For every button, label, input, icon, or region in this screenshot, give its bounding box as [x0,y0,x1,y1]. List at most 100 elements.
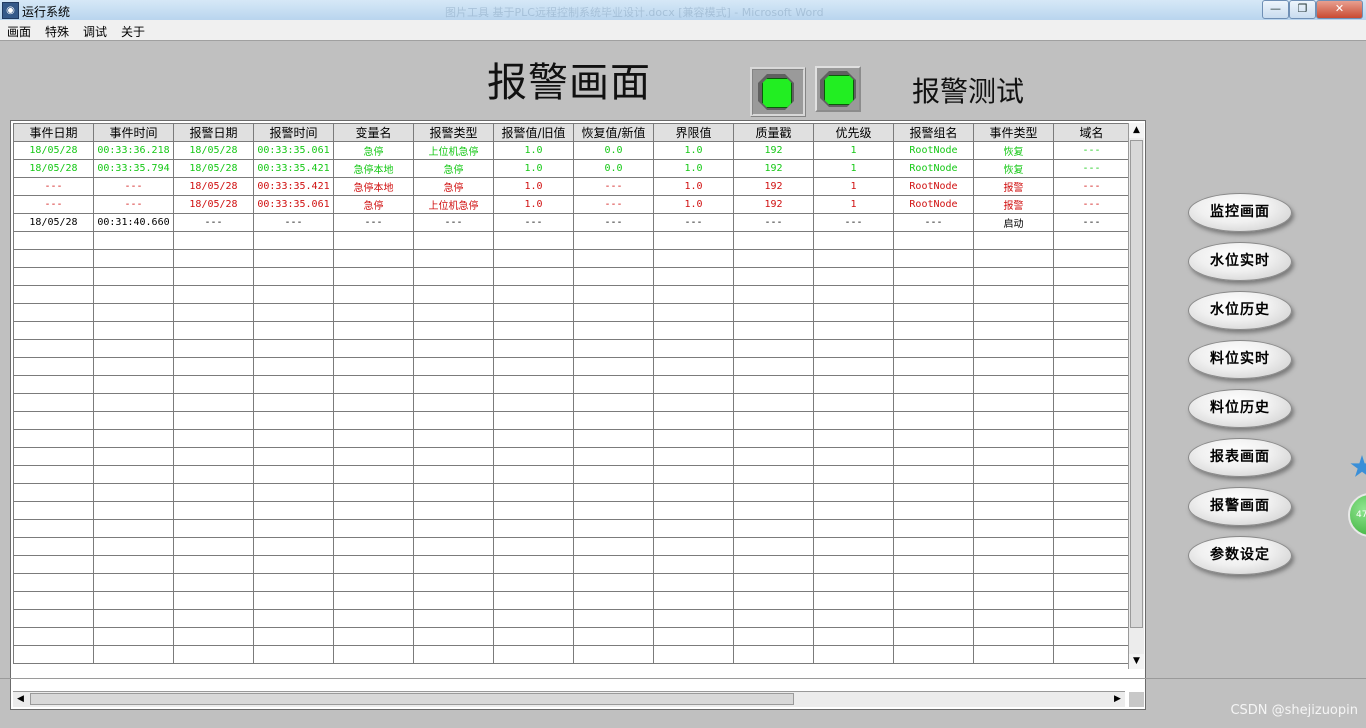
table-cell [13,591,94,610]
table-cell [653,393,734,412]
column-header[interactable]: 报警时间 [253,123,334,142]
empty-table-row[interactable] [13,357,1130,376]
column-header[interactable]: 事件时间 [93,123,174,142]
empty-table-row[interactable] [13,393,1130,412]
table-cell [173,591,254,610]
close-button[interactable]: ✕ [1316,0,1363,19]
alarm-lamp-1[interactable] [750,67,806,117]
maximize-button[interactable]: ❐ [1289,0,1316,19]
nav-material-realtime-button[interactable]: 料位实时 [1188,340,1292,379]
empty-table-row[interactable] [13,609,1130,628]
table-cell [333,537,414,556]
table-cell [413,375,494,394]
table-cell [973,231,1054,250]
nav-monitor-button[interactable]: 监控画面 [1188,193,1292,232]
nav-parameters-button[interactable]: 参数设定 [1188,536,1292,575]
nav-alarm-button[interactable]: 报警画面 [1188,487,1292,526]
vertical-scrollbar[interactable]: ▲ ▼ [1128,123,1144,669]
table-cell: 1 [813,195,894,214]
table-row[interactable]: 18/05/28 00:33:36.218 18/05/28 00:33:35.061… [13,141,1130,160]
table-cell: RootNode [893,177,974,196]
empty-table-row[interactable] [13,555,1130,574]
minimize-button[interactable]: — [1262,0,1289,19]
nav-material-history-button[interactable]: 料位历史 [1188,389,1292,428]
empty-table-row[interactable] [13,537,1130,556]
column-header[interactable]: 事件日期 [13,123,94,142]
table-cell [973,537,1054,556]
nav-report-button[interactable]: 报表画面 [1188,438,1292,477]
scroll-left-arrow-icon[interactable]: ◀ [13,692,28,707]
empty-table-row[interactable] [13,573,1130,592]
scroll-right-arrow-icon[interactable]: ▶ [1110,692,1125,707]
column-header[interactable]: 变量名 [333,123,414,142]
table-cell [813,303,894,322]
empty-table-row[interactable] [13,267,1130,286]
empty-table-row[interactable] [13,321,1130,340]
table-cell [573,591,654,610]
floating-widget[interactable]: 47 [1346,453,1366,543]
table-cell [493,249,574,268]
empty-table-row[interactable] [13,645,1130,664]
empty-table-row[interactable] [13,303,1130,322]
empty-table-row[interactable] [13,285,1130,304]
speed-ball-icon[interactable]: 47 [1348,493,1366,537]
empty-table-row[interactable] [13,447,1130,466]
column-header[interactable]: 报警组名 [893,123,974,142]
table-row[interactable]: --- --- 18/05/28 00:33:35.421 急停本地 急停 1.0 --- 1.… [13,177,1130,196]
table-cell [973,285,1054,304]
background-window-title: 图片工具 基于PLC远程控制系统毕业设计.docx [兼容模式] - Micro… [445,6,824,19]
empty-table-row[interactable] [13,249,1130,268]
table-cell: --- [813,213,894,232]
star-icon[interactable] [1350,455,1366,477]
empty-table-row[interactable] [13,519,1130,538]
empty-table-row[interactable] [13,429,1130,448]
column-header[interactable]: 恢复值/新值 [573,123,654,142]
column-header[interactable]: 优先级 [813,123,894,142]
table-cell [13,519,94,538]
column-header[interactable]: 界限值 [653,123,734,142]
scroll-up-arrow-icon[interactable]: ▲ [1129,123,1144,138]
alarm-lamp-2[interactable] [815,66,861,112]
table-cell [893,339,974,358]
empty-table-row[interactable] [13,411,1130,430]
table-row[interactable]: 18/05/28 00:31:40.660 --- --- --- --- --- --- --… [13,213,1130,232]
empty-table-row[interactable] [13,627,1130,646]
table-row[interactable]: --- --- 18/05/28 00:33:35.061 急停 上位机急停 1.0 --- 1… [13,195,1130,214]
menu-about[interactable]: 关于 [121,23,145,40]
empty-table-row[interactable] [13,339,1130,358]
table-cell: --- [733,213,814,232]
empty-table-row[interactable] [13,231,1130,250]
nav-water-history-button[interactable]: 水位历史 [1188,291,1292,330]
table-cell [973,627,1054,646]
column-header[interactable]: 报警类型 [413,123,494,142]
horizontal-scroll-thumb[interactable] [30,693,794,705]
horizontal-scrollbar[interactable]: ◀ ▶ [13,691,1125,707]
table-cell [413,267,494,286]
empty-table-row[interactable] [13,501,1130,520]
bottom-divider [0,678,1366,679]
empty-table-row[interactable] [13,375,1130,394]
column-header[interactable]: 域名 [1053,123,1130,142]
empty-table-row[interactable] [13,465,1130,484]
empty-table-row[interactable] [13,483,1130,502]
vertical-scroll-thumb[interactable] [1130,140,1143,628]
scroll-down-arrow-icon[interactable]: ▼ [1129,654,1144,669]
menu-debug[interactable]: 调试 [83,23,107,40]
nav-water-realtime-button[interactable]: 水位实时 [1188,242,1292,281]
table-cell [1053,411,1130,430]
column-header[interactable]: 报警日期 [173,123,254,142]
table-cell [973,519,1054,538]
table-cell [493,357,574,376]
column-header[interactable]: 报警值/旧值 [493,123,574,142]
table-cell [13,447,94,466]
empty-table-row[interactable] [13,591,1130,610]
column-header[interactable]: 质量戳 [733,123,814,142]
column-header[interactable]: 事件类型 [973,123,1054,142]
table-row[interactable]: 18/05/28 00:33:35.794 18/05/28 00:33:35.421… [13,159,1130,178]
menu-special[interactable]: 特殊 [45,23,69,40]
table-cell [173,357,254,376]
table-cell: --- [573,213,654,232]
table-cell [333,357,414,376]
window-title: 运行系统 [22,5,71,19]
menu-screen[interactable]: 画面 [7,23,31,40]
